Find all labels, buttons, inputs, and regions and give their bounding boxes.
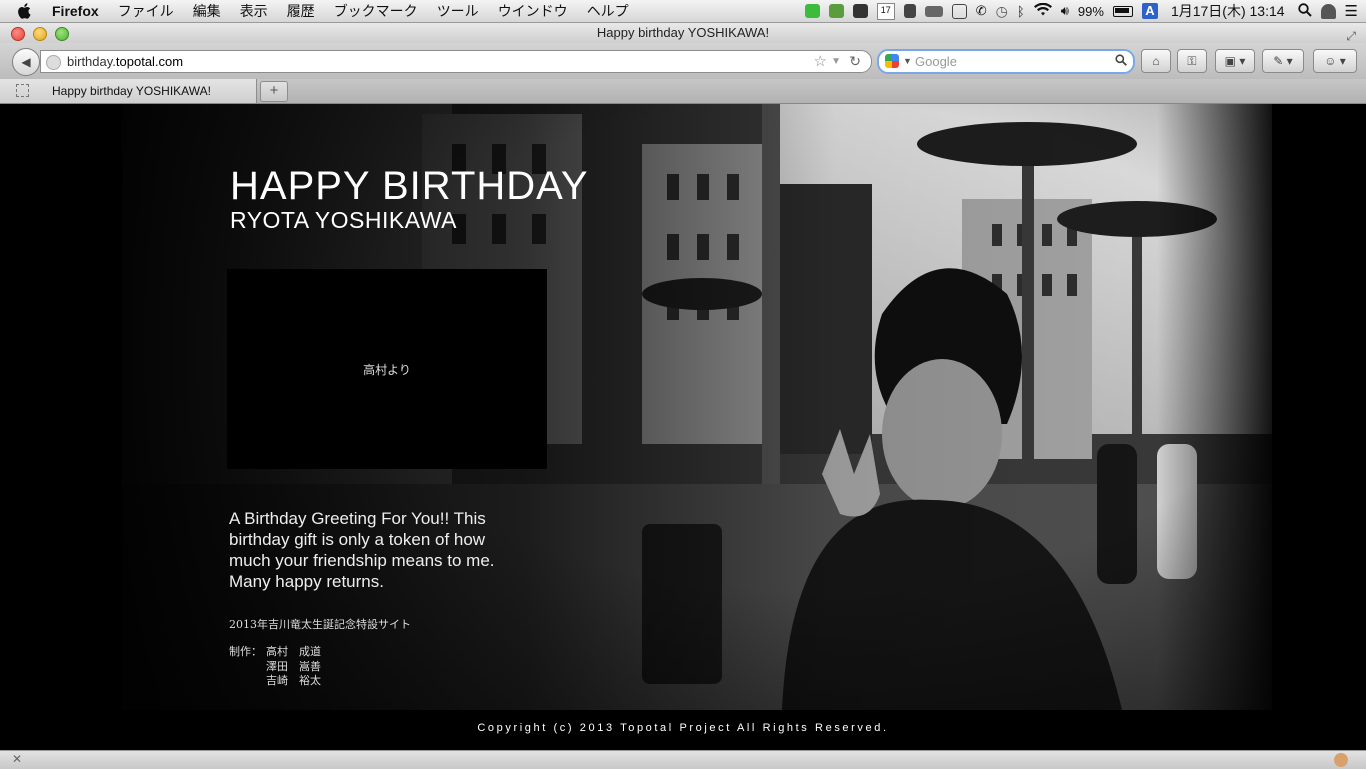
message-box: 高村より — [227, 269, 547, 469]
credits: 制作： 高村 成道 澤田 嵩善 吉崎 裕太 — [229, 645, 321, 689]
status-bar: ✕ — [0, 750, 1366, 769]
adobe-icon[interactable] — [852, 4, 868, 18]
input-method-icon[interactable]: A — [1141, 3, 1158, 19]
menu-file[interactable]: ファイル — [118, 1, 174, 21]
bookmark-menu-button[interactable]: ▣ ▾ — [1215, 49, 1255, 73]
time-machine-icon[interactable]: ◷ — [996, 3, 1008, 20]
navigation-toolbar: ◀ birthday.topotal.com ☆ ▼ ↻ ▼ Google ⌂ … — [0, 43, 1366, 79]
spotlight-icon[interactable] — [1297, 2, 1312, 20]
search-bar[interactable]: ▼ Google — [877, 49, 1135, 74]
back-icon: ◀ — [21, 55, 31, 69]
tool-menu-button[interactable]: ✎ ▾ — [1262, 49, 1304, 73]
copyright-footer: Copyright (c) 2013 Topotal Project All R… — [477, 722, 889, 734]
home-button[interactable]: ⌂ — [1141, 49, 1171, 73]
window-title-bar: Happy birthday YOSHIKAWA! ⤢ — [0, 23, 1366, 43]
evernote-icon[interactable] — [828, 4, 844, 18]
menu-help[interactable]: ヘルプ — [587, 1, 629, 21]
search-input[interactable]: Google — [915, 51, 957, 72]
lock-icon: ⚿ — [1187, 53, 1197, 68]
page-subheadline: RYOTA YOSHIKAWA — [230, 207, 457, 233]
calendar-day: 17 — [880, 4, 891, 15]
apple-icon[interactable] — [18, 3, 38, 19]
bookmark-icon: ▣ ▾ — [1224, 54, 1246, 68]
back-button[interactable]: ◀ — [12, 48, 40, 76]
user-icon[interactable] — [1320, 3, 1336, 19]
home-icon: ⌂ — [1152, 54, 1160, 68]
menu-bookmarks[interactable]: ブックマーク — [334, 1, 418, 21]
url-text[interactable]: birthday.topotal.com — [67, 51, 183, 72]
google-icon[interactable] — [885, 54, 899, 68]
list-icon[interactable]: ☰ — [1345, 2, 1358, 20]
greeting-text: A Birthday Greeting For You!! This birth… — [229, 509, 495, 591]
url-prefix: birthday. — [67, 54, 116, 69]
calendar-icon[interactable]: 17 — [876, 2, 895, 20]
airplay-icon[interactable] — [924, 5, 943, 17]
grid-icon[interactable] — [951, 3, 967, 19]
site-note: 2013年吉川竜太生誕記念特設サイト — [229, 618, 411, 631]
battery-percent: 99% — [1077, 3, 1104, 19]
history-dropdown-icon[interactable]: ▼ — [831, 51, 841, 72]
clipboard-icon[interactable] — [903, 4, 916, 18]
tab-birthday[interactable]: Happy birthday YOSHIKAWA! — [0, 79, 257, 103]
menu-edit[interactable]: 編集 — [193, 1, 221, 21]
window-title: Happy birthday YOSHIKAWA! — [596, 25, 770, 40]
lock-button[interactable]: ⚿ — [1177, 49, 1207, 73]
tab-favicon-icon — [16, 84, 29, 97]
url-domain: topotal.com — [115, 54, 184, 69]
zoom-window-button[interactable] — [55, 27, 69, 41]
addon-menu-button[interactable]: ☺ ▾ — [1313, 49, 1357, 73]
app-menu-firefox[interactable]: Firefox — [52, 3, 99, 19]
engine-dropdown-icon[interactable]: ▼ — [903, 51, 912, 72]
bluetooth-icon[interactable]: ᛒ — [1017, 4, 1025, 19]
battery-icon[interactable] — [1112, 5, 1133, 17]
credit-name: 吉崎 裕太 — [266, 674, 321, 687]
credit-name: 高村 成道 — [266, 645, 321, 658]
tab-label: Happy birthday YOSHIKAWA! — [52, 84, 211, 98]
url-bar[interactable]: birthday.topotal.com ☆ ▼ ↻ — [40, 50, 872, 73]
addon-icon: ☺ ▾ — [1324, 54, 1346, 68]
star-icon[interactable]: ☆ — [814, 51, 827, 72]
close-addon-bar-icon[interactable]: ✕ — [12, 752, 22, 766]
globe-icon — [46, 55, 61, 70]
status-addon-icon[interactable] — [1334, 753, 1348, 767]
menu-window[interactable]: ウインドウ — [498, 1, 568, 21]
page-headline: HAPPY BIRTHDAY — [230, 164, 589, 208]
tab-bar: Happy birthday YOSHIKAWA! + — [0, 79, 1366, 104]
menu-tools[interactable]: ツール — [437, 1, 479, 21]
search-icon[interactable] — [1115, 51, 1127, 72]
tool-icon: ✎ ▾ — [1273, 54, 1293, 68]
volume-icon[interactable]: 🔊︎ — [1061, 3, 1069, 19]
credits-label: 制作： — [229, 645, 262, 658]
web-page: HAPPY BIRTHDAY RYOTA YOSHIKAWA 高村より A Bi… — [4, 104, 1362, 750]
line-icon[interactable] — [804, 4, 820, 18]
phone-icon[interactable]: ✆ — [976, 3, 987, 19]
new-tab-button[interactable]: + — [260, 81, 288, 102]
wifi-icon[interactable] — [1033, 2, 1052, 19]
menu-bar: Firefox ファイル 編集 表示 履歴 ブックマーク ツール ウインドウ ヘ… — [0, 0, 1366, 23]
menu-view[interactable]: 表示 — [240, 1, 268, 21]
reload-icon[interactable]: ↻ — [849, 51, 861, 72]
clock[interactable]: 1月17日(木) 13:14 — [1171, 1, 1285, 21]
message-from: 高村より — [363, 362, 411, 377]
menu-history[interactable]: 履歴 — [287, 1, 315, 21]
close-window-button[interactable] — [11, 27, 25, 41]
credit-name: 澤田 嵩善 — [266, 659, 321, 673]
minimize-window-button[interactable] — [33, 27, 47, 41]
